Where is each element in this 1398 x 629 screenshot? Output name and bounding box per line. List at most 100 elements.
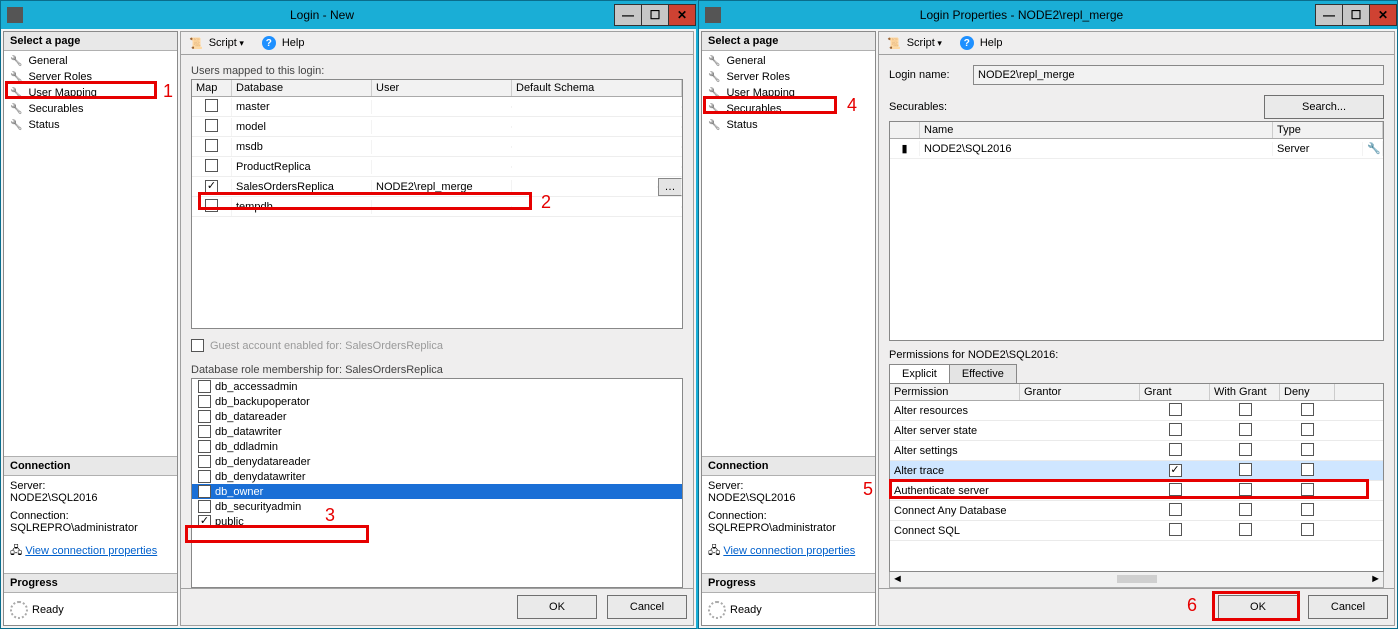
deny-checkbox[interactable] [1301,523,1314,536]
withgrant-checkbox[interactable] [1239,423,1252,436]
schema-browse-button[interactable]: … [658,178,682,196]
role-row[interactable]: db_denydatareader [192,454,682,469]
page-securables[interactable]: Securables [4,101,177,117]
permission-row[interactable]: Alter server state [890,421,1383,441]
db-row[interactable]: tempdb [192,197,682,217]
page-server-roles[interactable]: Server Roles [702,69,875,85]
role-row[interactable]: db_accessadmin [192,379,682,394]
deny-checkbox[interactable] [1301,483,1314,496]
role-checkbox[interactable] [198,425,211,438]
grant-checkbox[interactable] [1169,423,1182,436]
role-checkbox[interactable] [198,470,211,483]
search-button[interactable]: Search... [1264,95,1384,119]
role-row[interactable]: db_backupoperator [192,394,682,409]
permission-row[interactable]: Alter settings [890,441,1383,461]
role-checkbox[interactable] [198,410,211,423]
script-dropdown[interactable]: Script [209,37,244,49]
page-general[interactable]: General [4,53,177,69]
deny-checkbox[interactable] [1301,403,1314,416]
maximize-button[interactable]: ☐ [641,4,669,26]
role-row[interactable]: db_owner [192,484,682,499]
permission-row[interactable]: Alter resources [890,401,1383,421]
ready-spinner-icon [10,601,28,619]
role-checkbox[interactable] [198,395,211,408]
annotation-4: 4 [847,95,857,116]
ok-button[interactable]: OK [1218,595,1298,619]
minimize-button[interactable]: — [614,4,642,26]
map-checkbox[interactable] [205,199,218,212]
role-row[interactable]: db_datawriter [192,424,682,439]
ok-button[interactable]: OK [517,595,597,619]
withgrant-checkbox[interactable] [1239,523,1252,536]
withgrant-checkbox[interactable] [1239,483,1252,496]
grant-checkbox[interactable] [1169,464,1182,477]
help-link[interactable]: Help [980,37,1003,49]
permissions-grid[interactable]: Permission Grantor Grant With Grant Deny… [889,383,1384,572]
role-row[interactable]: db_datareader [192,409,682,424]
page-status[interactable]: Status [702,117,875,133]
permission-row[interactable]: Authenticate server [890,481,1383,501]
deny-checkbox[interactable] [1301,503,1314,516]
close-button[interactable]: ✕ [668,4,696,26]
securables-grid[interactable]: Name Type ▮ NODE2\SQL2016 Server 🔧 [889,121,1384,341]
withgrant-checkbox[interactable] [1239,403,1252,416]
grant-checkbox[interactable] [1169,443,1182,456]
map-checkbox[interactable] [205,139,218,152]
role-row[interactable]: db_securityadmin [192,499,682,514]
tab-explicit[interactable]: Explicit [889,364,950,383]
db-row[interactable]: msdb [192,137,682,157]
page-general[interactable]: General [702,53,875,69]
window-controls: — ☐ ✕ [1316,4,1397,26]
role-checkbox[interactable] [198,380,211,393]
script-dropdown[interactable]: Script [907,37,942,49]
db-row[interactable]: master [192,97,682,117]
help-link[interactable]: Help [282,37,305,49]
role-checkbox[interactable] [198,500,211,513]
cancel-button[interactable]: Cancel [1308,595,1388,619]
map-checkbox[interactable] [205,119,218,132]
role-name: db_accessadmin [215,381,298,393]
page-status[interactable]: Status [4,117,177,133]
grant-checkbox[interactable] [1169,523,1182,536]
deny-checkbox[interactable] [1301,423,1314,436]
perm-grantor [1020,530,1140,532]
deny-checkbox[interactable] [1301,443,1314,456]
map-checkbox[interactable] [205,99,218,112]
role-row[interactable]: public [192,514,682,529]
db-schema [512,126,682,128]
role-row[interactable]: db_ddladmin [192,439,682,454]
role-checkbox[interactable] [198,440,211,453]
role-checkbox[interactable] [198,485,211,498]
minimize-button[interactable]: — [1315,4,1343,26]
annotation-3: 3 [325,505,335,526]
tab-effective[interactable]: Effective [949,364,1017,383]
cancel-button[interactable]: Cancel [607,595,687,619]
withgrant-checkbox[interactable] [1239,503,1252,516]
page-server-roles[interactable]: Server Roles [4,69,177,85]
permission-row[interactable]: Connect SQL [890,521,1383,541]
db-row[interactable]: ProductReplica [192,157,682,177]
page-user-mapping[interactable]: User Mapping [4,85,177,101]
role-checkbox[interactable] [198,455,211,468]
withgrant-checkbox[interactable] [1239,463,1252,476]
role-row[interactable]: db_denydatawriter [192,469,682,484]
roles-listbox[interactable]: db_accessadmindb_backupoperatordb_datare… [191,378,683,588]
maximize-button[interactable]: ☐ [1342,4,1370,26]
db-row[interactable]: SalesOrdersReplica NODE2\repl_merge … [192,177,682,197]
db-row[interactable]: model [192,117,682,137]
permission-row[interactable]: Alter trace [890,461,1383,481]
map-checkbox[interactable] [205,159,218,172]
deny-checkbox[interactable] [1301,463,1314,476]
permission-row[interactable]: Connect Any Database [890,501,1383,521]
grant-checkbox[interactable] [1169,483,1182,496]
view-connection-link[interactable]: View connection properties [723,545,855,557]
grant-checkbox[interactable] [1169,503,1182,516]
user-mapping-grid[interactable]: Map Database User Default Schema master … [191,79,683,329]
horizontal-scrollbar[interactable] [1117,575,1157,583]
grant-checkbox[interactable] [1169,403,1182,416]
close-button[interactable]: ✕ [1369,4,1397,26]
role-checkbox[interactable] [198,515,211,528]
view-connection-link[interactable]: View connection properties [25,545,157,557]
withgrant-checkbox[interactable] [1239,443,1252,456]
map-checkbox[interactable] [205,180,218,193]
